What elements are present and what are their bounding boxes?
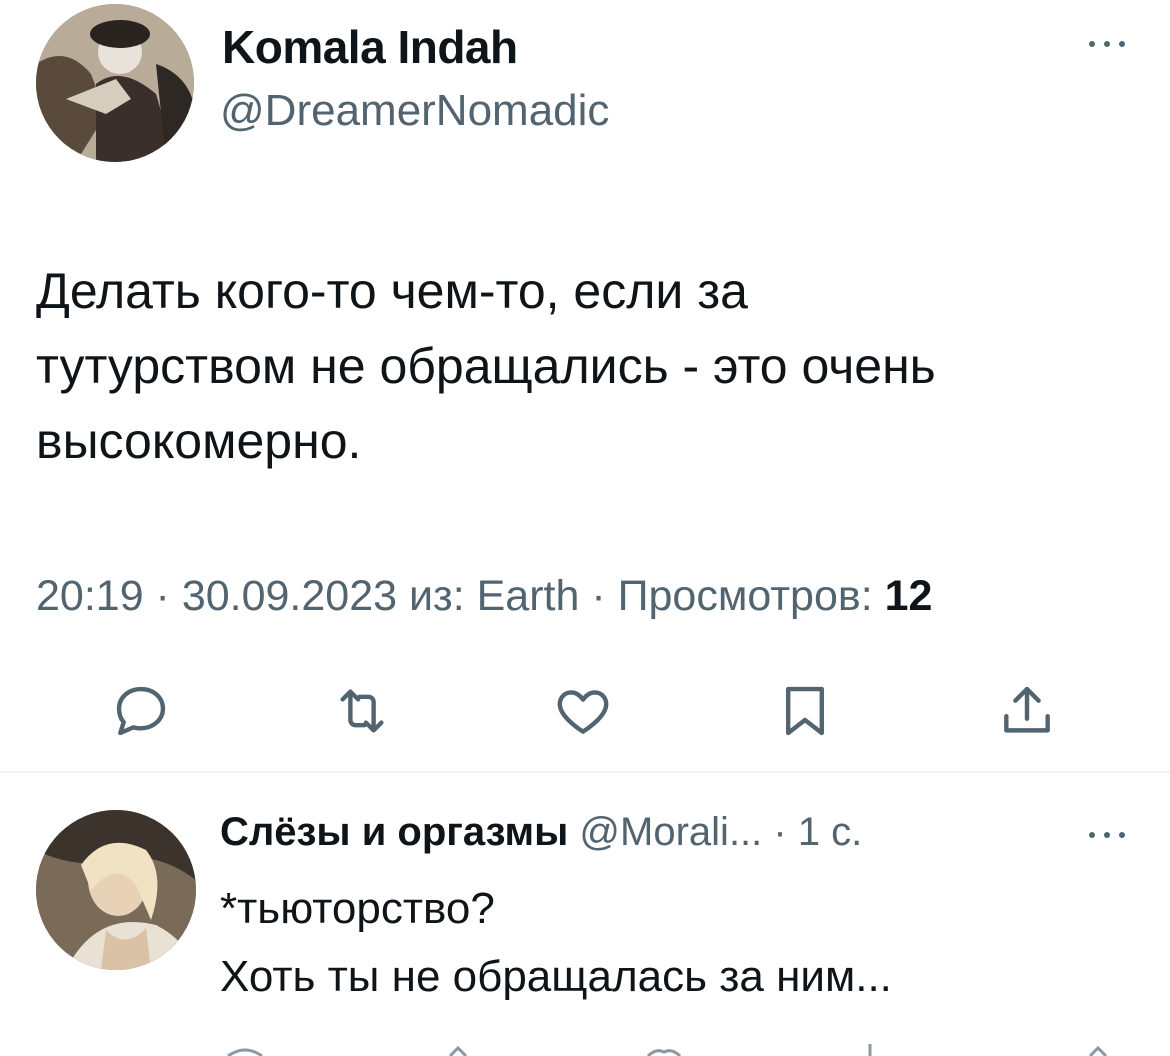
reply-author-name[interactable]: Слёзы и оргазмы [220,810,568,854]
reply-text-line: Хоть ты не обращалась за ним... [220,952,892,1001]
reply-author-avatar[interactable] [36,810,196,970]
reply-action-bar [0,1040,1170,1056]
like-icon[interactable] [548,676,618,746]
share-icon[interactable] [992,676,1062,746]
tweet-text: Делать кого-то чем-то, если за тутурство… [36,254,1156,479]
reply-reply-icon [227,1048,263,1056]
author-avatar[interactable] [36,4,194,162]
retweet-icon[interactable] [327,676,397,746]
reply-header: Слёзы и оргазмы @Morali... · 1 с. [220,810,862,855]
author-handle[interactable]: @DreamerNomadic [220,86,609,136]
tweet-metadata: 20:19 · 30.09.2023 из: Earth · Просмотро… [36,572,932,621]
tweet-text-line: тутурством не обращались - это очень [36,338,936,394]
reply-share-icon [1088,1045,1108,1056]
timestamp-source[interactable]: 20:19 · 30.09.2023 из: Earth · Просмотро… [36,572,885,620]
author-display-name[interactable]: Komala Indah [222,20,518,74]
tweet-text-line: высокомерно. [36,413,362,469]
reply-like-icon [646,1049,682,1056]
divider [0,771,1170,773]
views-count: 12 [884,572,933,620]
reply-more-options-icon[interactable] [1082,825,1132,845]
more-options-icon[interactable] [1082,30,1132,50]
reply-retweet-icon [448,1045,468,1056]
reply-icon[interactable] [106,676,176,746]
reply-text: *тьюторство? Хоть ты не обращалась за ни… [220,875,892,1011]
bookmark-icon[interactable] [770,676,840,746]
tweet-text-line: Делать кого-то чем-то, если за [36,263,748,319]
reply-handle-time[interactable]: @Morali... · 1 с. [568,810,862,854]
reply-text-line: *тьюторство? [220,884,495,933]
